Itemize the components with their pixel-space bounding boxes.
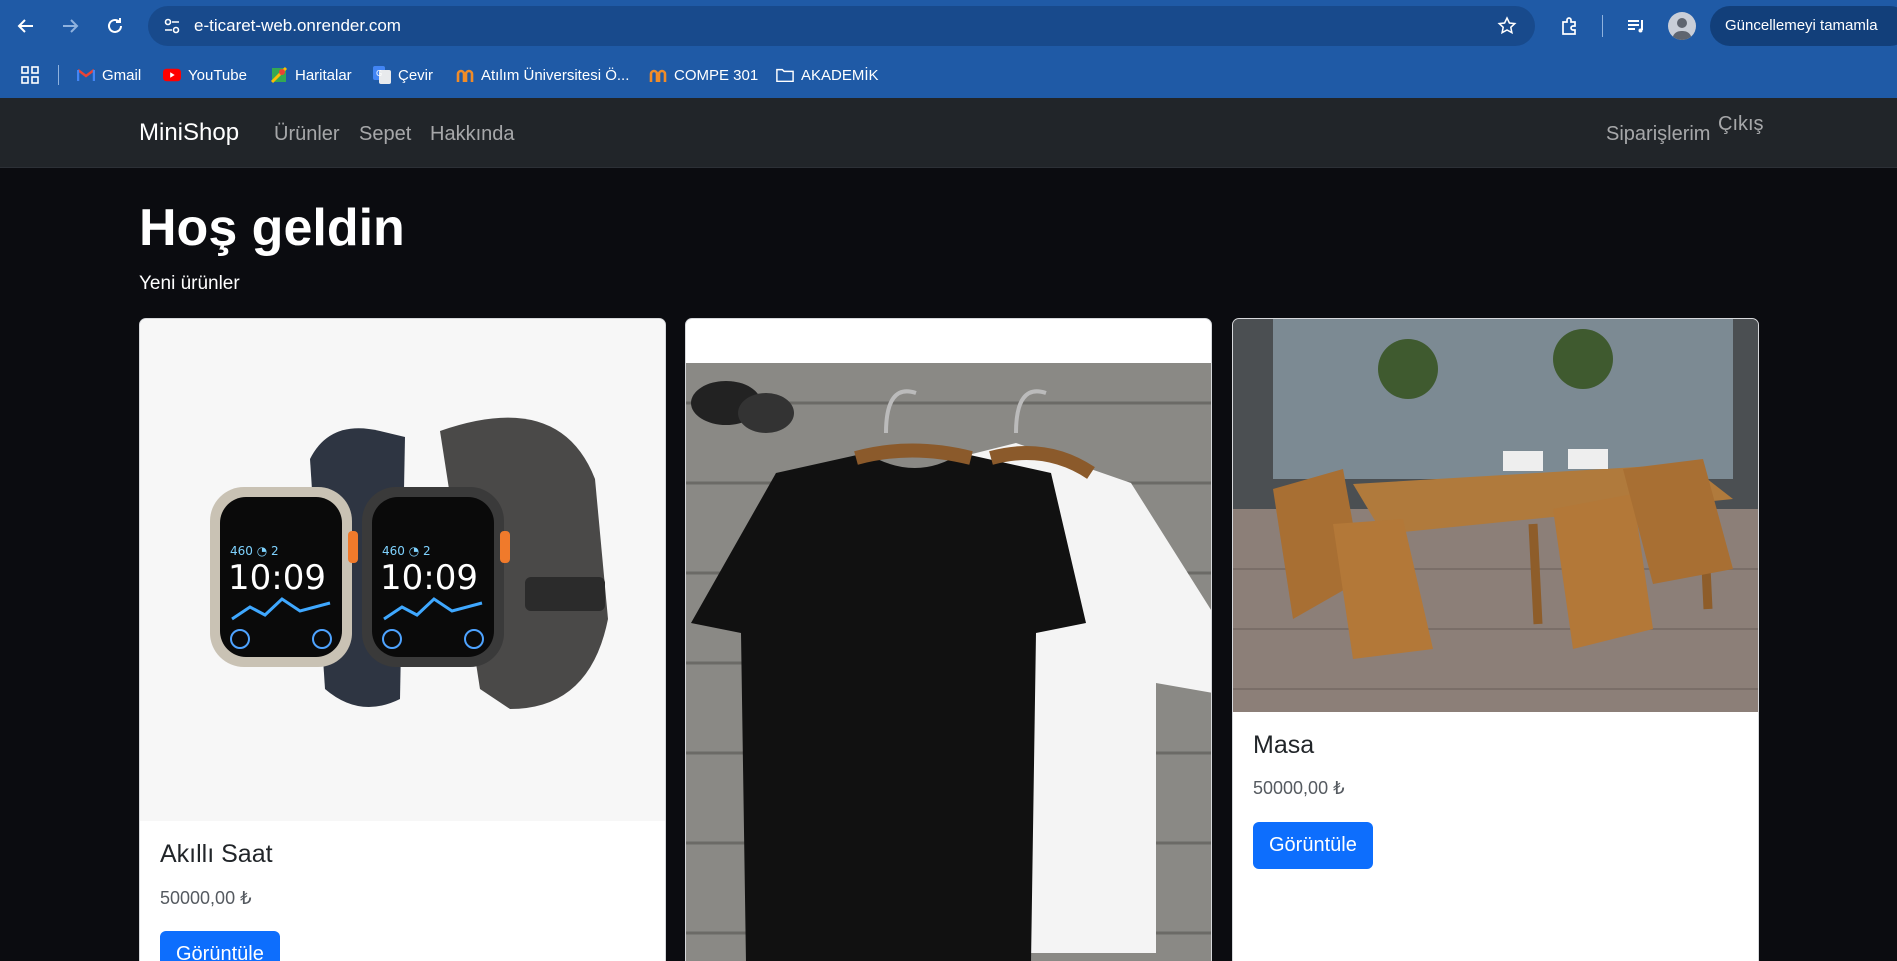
- bookmark-star-icon[interactable]: [1495, 14, 1519, 38]
- bookmark-label: Gmail: [102, 66, 142, 84]
- back-button[interactable]: [10, 10, 42, 42]
- bookmark-label: Haritalar: [295, 66, 352, 84]
- gmail-icon: [77, 66, 95, 84]
- bookmarks-divider: [58, 65, 59, 85]
- extensions-icon[interactable]: [1556, 12, 1584, 40]
- product-card: Masa 50000,00 ₺ Görüntüle: [1232, 318, 1759, 961]
- folder-icon: [776, 66, 794, 84]
- product-price: 50000,00 ₺: [160, 888, 252, 908]
- update-button-label: Güncellemeyi tamamla: [1725, 17, 1878, 34]
- bookmark-translate[interactable]: G Çevir: [373, 64, 433, 86]
- svg-text:10:09: 10:09: [380, 558, 478, 598]
- address-bar[interactable]: e-ticaret-web.onrender.com: [148, 6, 1535, 46]
- product-title: Akıllı Saat: [160, 840, 273, 868]
- product-title: Masa: [1253, 731, 1315, 759]
- view-product-button[interactable]: Görüntüle: [160, 931, 280, 961]
- smartwatch-image[interactable]: 460 ◔ 2 10:09 460 ◔ 2 10:09: [140, 319, 665, 821]
- nav-link-urunler[interactable]: Ürünler: [274, 123, 340, 146]
- site-navbar: MiniShop Ürünler Sepet Hakkında Siparişl…: [0, 98, 1897, 168]
- toolbar-divider: [1602, 15, 1603, 37]
- section-subtitle: Yeni ürünler: [139, 273, 240, 294]
- bookmark-label: YouTube: [188, 66, 247, 84]
- youtube-icon: [163, 66, 181, 84]
- maps-icon: [270, 66, 288, 84]
- bookmark-atilim[interactable]: Atılım Üniversitesi Ö...: [456, 64, 629, 86]
- bookmark-akademik[interactable]: AKADEMİK: [776, 64, 879, 86]
- svg-text:460 ◔ 2: 460 ◔ 2: [230, 544, 279, 558]
- apps-grid-icon[interactable]: [20, 64, 40, 86]
- table-image[interactable]: [1233, 319, 1758, 712]
- profile-avatar[interactable]: [1668, 12, 1696, 40]
- bookmark-gmail[interactable]: Gmail: [77, 64, 141, 86]
- bookmark-label: COMPE 301: [674, 66, 759, 84]
- product-card: [685, 318, 1212, 961]
- bookmark-compe301[interactable]: COMPE 301: [649, 64, 758, 86]
- nav-link-sepet[interactable]: Sepet: [359, 123, 411, 146]
- page-title: Hoş geldin: [139, 199, 405, 257]
- reload-button[interactable]: [99, 10, 131, 42]
- svg-text:460 ◔ 2: 460 ◔ 2: [382, 544, 431, 558]
- translate-icon: G: [373, 66, 391, 84]
- arrow-left-icon: [17, 19, 33, 33]
- view-button-label: Görüntüle: [176, 943, 264, 961]
- site-settings-icon[interactable]: [158, 12, 186, 40]
- nav-link-siparislerim[interactable]: Siparişlerim: [1606, 123, 1710, 146]
- nav-link-cikis[interactable]: Çıkış: [1718, 113, 1764, 136]
- brand-logo[interactable]: MiniShop: [139, 119, 239, 147]
- svg-text:10:09: 10:09: [228, 558, 326, 598]
- update-button[interactable]: Güncellemeyi tamamla: [1710, 6, 1897, 46]
- bookmark-maps[interactable]: Haritalar: [270, 64, 352, 86]
- reload-icon: [108, 18, 122, 33]
- url-text[interactable]: e-ticaret-web.onrender.com: [194, 16, 401, 36]
- atilim-icon: [649, 66, 667, 84]
- media-queue-icon[interactable]: [1622, 12, 1650, 40]
- browser-chrome: e-ticaret-web.onrender.com Güncellemeyi …: [0, 0, 1897, 98]
- bookmarks-bar: Gmail YouTube Haritalar G Çevir Atılım Ü…: [0, 52, 1897, 98]
- browser-toolbar: e-ticaret-web.onrender.com Güncellemeyi …: [0, 0, 1897, 52]
- nav-link-hakkinda[interactable]: Hakkında: [430, 123, 515, 146]
- arrow-right-icon: [63, 19, 79, 33]
- bookmark-label: Atılım Üniversitesi Ö...: [481, 66, 630, 84]
- atilim-icon: [456, 66, 474, 84]
- view-button-label: Görüntüle: [1269, 834, 1357, 856]
- product-price: 50000,00 ₺: [1253, 778, 1345, 798]
- svg-text:G: G: [376, 69, 382, 78]
- bookmark-label: AKADEMİK: [801, 66, 879, 84]
- forward-button[interactable]: [54, 10, 86, 42]
- bookmark-label: Çevir: [398, 66, 434, 84]
- product-card: 460 ◔ 2 10:09 460 ◔ 2 10:09 Akıllı Saat …: [139, 318, 666, 961]
- tshirt-image[interactable]: [686, 363, 1211, 961]
- view-product-button[interactable]: Görüntüle: [1253, 822, 1373, 869]
- bookmark-youtube[interactable]: YouTube: [163, 64, 247, 86]
